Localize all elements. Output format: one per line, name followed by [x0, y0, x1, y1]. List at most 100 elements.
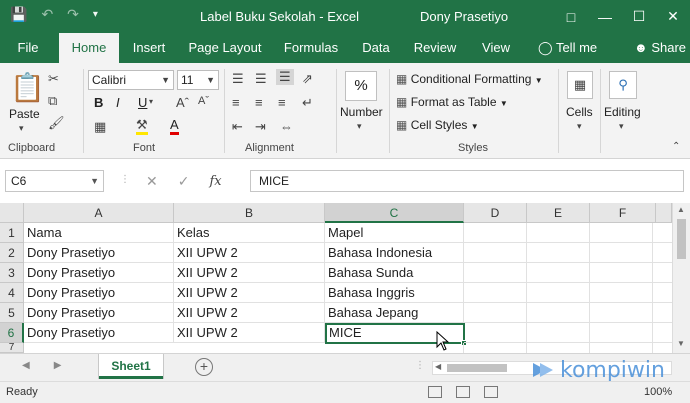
tab-page-layout[interactable]: Page Layout: [184, 33, 266, 63]
row-7-cells[interactable]: [24, 343, 464, 353]
underline-dropdown-icon[interactable]: ▾: [149, 97, 153, 106]
cell-b5[interactable]: XII UPW 2: [174, 303, 325, 323]
restore-button[interactable]: ☐: [622, 0, 656, 33]
tab-home[interactable]: Home: [59, 33, 119, 63]
cells-icon[interactable]: ▦: [567, 71, 593, 99]
format-painter-icon[interactable]: 🖌: [48, 115, 65, 131]
column-header[interactable]: F: [590, 203, 656, 223]
font-name-combo[interactable]: Calibri ▼: [88, 70, 174, 90]
column-header[interactable]: A: [24, 203, 174, 223]
cell-c5[interactable]: Bahasa Jepang: [325, 303, 464, 323]
editing-button[interactable]: Editing: [604, 105, 641, 119]
tab-insert[interactable]: Insert: [124, 33, 174, 63]
align-center-icon[interactable]: ≡: [255, 95, 263, 110]
tell-me-search[interactable]: ◯ Tell me: [538, 33, 597, 63]
bold-button[interactable]: B: [94, 95, 103, 110]
row-header[interactable]: 2: [0, 243, 24, 263]
name-box[interactable]: C6 ▼: [5, 170, 104, 192]
editing-dropdown-icon[interactable]: ▾: [619, 121, 624, 132]
scroll-down-icon[interactable]: ▼: [677, 339, 685, 348]
decrease-font-icon[interactable]: Aˇ: [198, 95, 209, 107]
column-header[interactable]: E: [527, 203, 590, 223]
scroll-thumb[interactable]: [447, 364, 507, 372]
align-right-icon[interactable]: ≡: [278, 95, 286, 110]
fill-color-icon[interactable]: ⚒: [136, 117, 148, 135]
decrease-indent-icon[interactable]: ⇤: [232, 119, 243, 135]
underline-button[interactable]: U: [138, 95, 147, 110]
insert-function-button[interactable]: fx: [209, 174, 221, 189]
tab-file[interactable]: File: [8, 33, 48, 63]
scroll-thumb[interactable]: [677, 219, 686, 259]
cell-c4[interactable]: Bahasa Inggris: [325, 283, 464, 303]
share-button[interactable]: ☻ Share: [634, 33, 686, 63]
number-button[interactable]: Number: [340, 105, 383, 119]
copy-icon[interactable]: ⧉: [48, 93, 57, 109]
format-as-table-button[interactable]: ▦ Format as Table ▼: [396, 95, 508, 109]
cell-a5[interactable]: Dony Prasetiyo: [24, 303, 174, 323]
cell-a6[interactable]: Dony Prasetiyo: [24, 323, 174, 343]
prev-sheet-icon[interactable]: ◀: [22, 360, 30, 371]
borders-icon[interactable]: ▦: [94, 119, 106, 135]
account-name[interactable]: Dony Prasetiyo: [420, 9, 508, 24]
paste-button[interactable]: Paste: [9, 107, 40, 121]
column-header[interactable]: B: [174, 203, 325, 223]
select-all-button[interactable]: [0, 203, 24, 223]
font-color-icon[interactable]: A: [170, 117, 179, 135]
page-layout-view-icon[interactable]: [456, 386, 470, 398]
row-header[interactable]: 1: [0, 223, 24, 243]
align-top-icon[interactable]: ☰: [232, 71, 244, 87]
increase-indent-icon[interactable]: ⇥: [255, 119, 266, 135]
cell-a3[interactable]: Dony Prasetiyo: [24, 263, 174, 283]
increase-font-icon[interactable]: Aˆ: [176, 95, 189, 110]
undo-icon[interactable]: ↶: [41, 6, 53, 23]
column-header[interactable]: C: [325, 203, 464, 223]
merge-center-icon[interactable]: ⇔: [280, 119, 293, 134]
customize-qat-icon[interactable]: ▾: [93, 9, 98, 20]
cell-b6[interactable]: XII UPW 2: [174, 323, 325, 343]
cell-a4[interactable]: Dony Prasetiyo: [24, 283, 174, 303]
empty-cells-area[interactable]: [464, 223, 672, 353]
vertical-scrollbar[interactable]: ▲ ▼: [672, 203, 690, 353]
cancel-icon[interactable]: ✕: [146, 173, 158, 190]
next-sheet-icon[interactable]: ▶: [54, 360, 62, 371]
cell-b2[interactable]: XII UPW 2: [174, 243, 325, 263]
row-header[interactable]: 3: [0, 263, 24, 283]
search-icon[interactable]: ⚲: [609, 71, 637, 99]
column-header[interactable]: D: [464, 203, 527, 223]
row-header[interactable]: 6: [0, 323, 24, 343]
cell-c2[interactable]: Bahasa Indonesia: [325, 243, 464, 263]
cell-a2[interactable]: Dony Prasetiyo: [24, 243, 174, 263]
cell-a1[interactable]: Nama: [24, 223, 174, 243]
tab-view[interactable]: View: [474, 33, 518, 63]
conditional-formatting-button[interactable]: ▦ Conditional Formatting ▼: [396, 72, 543, 86]
ribbon-display-options-icon[interactable]: □: [554, 0, 588, 33]
scroll-up-icon[interactable]: ▲: [677, 205, 685, 214]
cell-c3[interactable]: Bahasa Sunda: [325, 263, 464, 283]
cell-c1[interactable]: Mapel: [325, 223, 464, 243]
tab-formulas[interactable]: Formulas: [278, 33, 344, 63]
cell-b3[interactable]: XII UPW 2: [174, 263, 325, 283]
collapse-ribbon-icon[interactable]: ⌃: [672, 141, 680, 152]
font-size-combo[interactable]: 11 ▼: [177, 70, 219, 90]
row-header[interactable]: 4: [0, 283, 24, 303]
save-icon[interactable]: 💾: [10, 6, 27, 23]
close-button[interactable]: ✕: [656, 0, 690, 33]
redo-icon[interactable]: ↷: [67, 6, 79, 23]
align-middle-icon[interactable]: ☰: [255, 71, 267, 87]
enter-icon[interactable]: ✓: [178, 173, 190, 190]
tab-data[interactable]: Data: [355, 33, 397, 63]
sheet-tab-sheet1[interactable]: Sheet1: [99, 354, 163, 379]
italic-button[interactable]: I: [116, 95, 120, 110]
align-left-icon[interactable]: ≡: [232, 95, 240, 110]
normal-view-icon[interactable]: [428, 386, 442, 398]
page-break-view-icon[interactable]: [484, 386, 498, 398]
zoom-level[interactable]: 100%: [644, 386, 672, 398]
orientation-icon[interactable]: ⇗: [302, 71, 313, 87]
cells-button[interactable]: Cells: [566, 105, 593, 119]
wrap-text-icon[interactable]: ↵: [302, 95, 313, 111]
tab-review[interactable]: Review: [408, 33, 462, 63]
add-sheet-button[interactable]: +: [195, 358, 213, 376]
cell-b4[interactable]: XII UPW 2: [174, 283, 325, 303]
cell-b1[interactable]: Kelas: [174, 223, 325, 243]
number-format-button[interactable]: %: [345, 71, 377, 101]
